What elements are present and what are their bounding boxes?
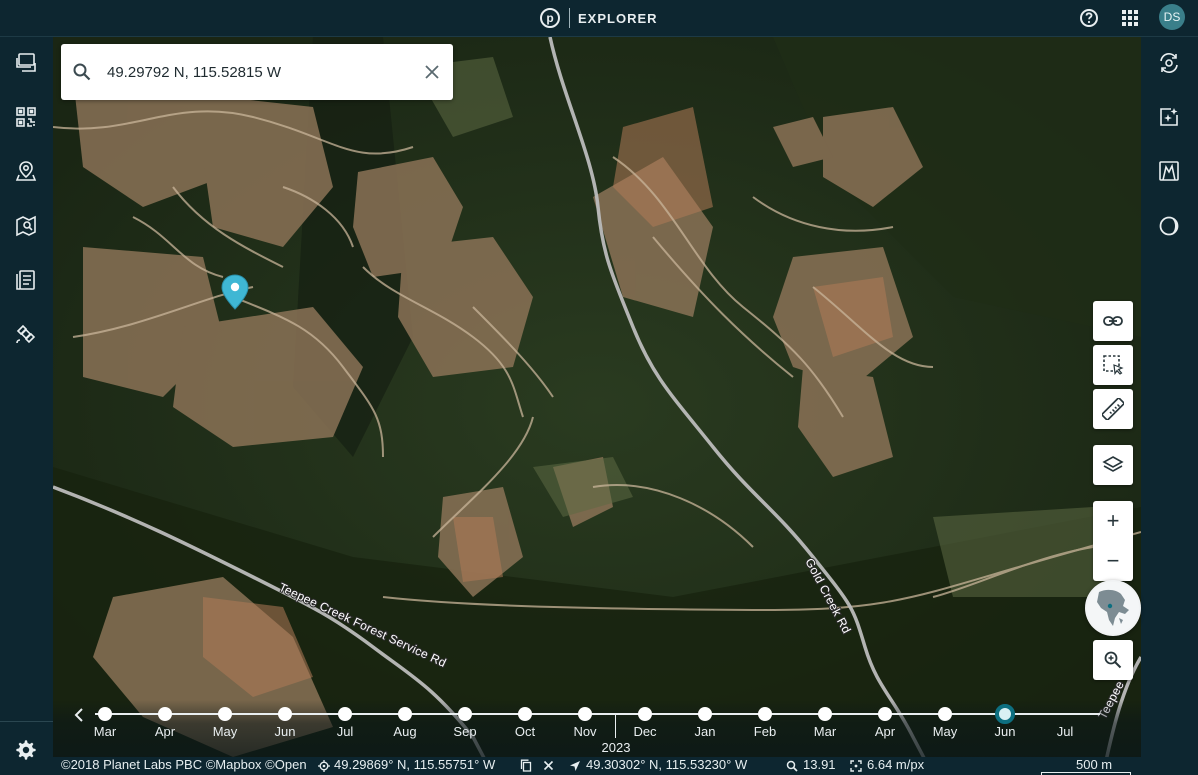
resolution-icon bbox=[850, 760, 862, 772]
timeline-month-label[interactable]: Apr bbox=[145, 724, 185, 739]
timeline-dot[interactable] bbox=[338, 707, 352, 721]
zoom-to-area-button[interactable] bbox=[1093, 640, 1133, 680]
zoom-level: 13.91 bbox=[803, 757, 836, 772]
brand[interactable]: p EXPLORER bbox=[540, 6, 658, 30]
close-icon[interactable] bbox=[422, 62, 442, 82]
select-area-button[interactable] bbox=[1093, 345, 1133, 385]
timeline-month-label[interactable]: Feb bbox=[745, 724, 785, 739]
help-circle-icon[interactable] bbox=[1078, 7, 1100, 29]
app-title: EXPLORER bbox=[578, 10, 658, 26]
timeline-dot[interactable] bbox=[218, 707, 232, 721]
sync-sun-icon[interactable] bbox=[1151, 45, 1187, 81]
cursor-arrow-icon bbox=[570, 761, 580, 771]
zoom-control: + − bbox=[1093, 501, 1133, 581]
timeline-dot[interactable] bbox=[638, 707, 652, 721]
satellite-icon[interactable] bbox=[8, 316, 44, 352]
timeline-dot[interactable] bbox=[578, 707, 592, 721]
center-coordinates: 49.29869° N, 115.55751° W bbox=[334, 757, 496, 772]
apps-grid-icon[interactable] bbox=[1119, 7, 1141, 29]
timeline-dot[interactable] bbox=[698, 707, 712, 721]
search-icon bbox=[73, 63, 91, 81]
timeline-dot[interactable] bbox=[758, 707, 772, 721]
sidebar-divider bbox=[0, 721, 53, 722]
timeline-month-label[interactable]: May bbox=[925, 724, 965, 739]
timeline-dot[interactable] bbox=[278, 707, 292, 721]
ai-image-icon[interactable] bbox=[1151, 99, 1187, 135]
timeline-month-label[interactable]: May bbox=[205, 724, 245, 739]
timeline-month-label[interactable]: Jul bbox=[1045, 724, 1085, 739]
measure-button[interactable] bbox=[1093, 389, 1133, 429]
share-link-button[interactable] bbox=[1093, 301, 1133, 341]
timeline-month-label[interactable]: Sep bbox=[445, 724, 485, 739]
timeline-dot[interactable] bbox=[158, 707, 172, 721]
timeline-dot[interactable] bbox=[398, 707, 412, 721]
scale-label: 500 m bbox=[1076, 757, 1113, 772]
select-area-icon bbox=[1103, 355, 1124, 376]
clear-coordinates-icon[interactable] bbox=[543, 760, 554, 771]
document-list-icon[interactable] bbox=[8, 262, 44, 298]
planet-logo-icon: p bbox=[540, 8, 560, 28]
timeline-dot[interactable] bbox=[98, 707, 112, 721]
qr-grid-icon[interactable] bbox=[8, 99, 44, 135]
chevron-left-icon[interactable] bbox=[72, 706, 88, 724]
timeline-year-label: 2023 bbox=[601, 740, 631, 755]
timeline-month-label[interactable]: Oct bbox=[505, 724, 545, 739]
timeline-month-label[interactable]: Aug bbox=[385, 724, 425, 739]
timeline-month-label[interactable]: Jul bbox=[325, 724, 365, 739]
globe-icon bbox=[1087, 582, 1139, 634]
timeline-month-label[interactable]: Dec bbox=[625, 724, 665, 739]
resolution: 6.64 m/px bbox=[867, 757, 925, 772]
search-input[interactable] bbox=[107, 60, 407, 84]
location-pin-icon[interactable] bbox=[221, 274, 249, 310]
timeline-dot[interactable] bbox=[878, 707, 892, 721]
timeline-dot[interactable] bbox=[995, 704, 1015, 724]
top-bar: p EXPLORER DS bbox=[0, 0, 1198, 37]
timeline-dot[interactable] bbox=[938, 707, 952, 721]
timeline-month-label[interactable]: Apr bbox=[865, 724, 905, 739]
copy-icon[interactable] bbox=[520, 759, 532, 772]
user-avatar[interactable]: DS bbox=[1159, 4, 1185, 30]
timeline-month-label[interactable]: Mar bbox=[85, 724, 125, 739]
layers-icon bbox=[1102, 456, 1124, 472]
timeline-dot[interactable] bbox=[458, 707, 472, 721]
timeline-month-label[interactable]: Jun bbox=[265, 724, 305, 739]
timeline-month-label[interactable]: Mar bbox=[805, 724, 845, 739]
day-night-icon[interactable] bbox=[1151, 208, 1187, 244]
timeline-month-label[interactable]: Nov bbox=[565, 724, 605, 739]
timeline-dot[interactable] bbox=[818, 707, 832, 721]
satellite-imagery: Teepee Creek Forest Service Rd Gold Cree… bbox=[53, 37, 1141, 775]
cursor-coordinates: 49.30302° N, 115.53230° W bbox=[586, 757, 748, 772]
left-sidebar bbox=[0, 37, 53, 775]
link-icon bbox=[1103, 316, 1123, 326]
map-pin-icon[interactable] bbox=[8, 153, 44, 189]
zoom-out-button[interactable]: − bbox=[1093, 541, 1133, 581]
explorer-app: Teepee Creek Forest Service Rd Gold Cree… bbox=[0, 0, 1198, 775]
zoom-level-icon bbox=[786, 760, 798, 772]
map-search-icon[interactable] bbox=[8, 208, 44, 244]
crosshair-icon bbox=[318, 760, 330, 772]
globe-minimap-button[interactable] bbox=[1085, 580, 1141, 636]
map-canvas[interactable]: Teepee Creek Forest Service Rd Gold Cree… bbox=[53, 37, 1141, 775]
timeline-month-label[interactable]: Jan bbox=[685, 724, 725, 739]
layers-stack-icon[interactable] bbox=[8, 45, 44, 81]
zoom-in-button[interactable]: + bbox=[1093, 501, 1133, 541]
status-bar: ©2018 Planet Labs PBC ©Mapbox ©Open 49.2… bbox=[53, 757, 1141, 775]
brand-divider bbox=[569, 8, 570, 28]
search-box bbox=[61, 44, 453, 100]
layers-button[interactable] bbox=[1093, 445, 1133, 485]
settings-gear-icon[interactable] bbox=[8, 732, 44, 768]
right-sidebar bbox=[1141, 37, 1198, 775]
terrain-3d-icon[interactable] bbox=[1151, 153, 1187, 189]
timeline-month-label[interactable]: Jun bbox=[985, 724, 1025, 739]
timeline-dot[interactable] bbox=[518, 707, 532, 721]
zoom-area-icon bbox=[1104, 651, 1122, 669]
ruler-icon bbox=[1102, 398, 1124, 420]
attribution-text[interactable]: ©2018 Planet Labs PBC ©Mapbox ©Open bbox=[61, 757, 307, 772]
timeline-year-marker bbox=[615, 714, 616, 738]
